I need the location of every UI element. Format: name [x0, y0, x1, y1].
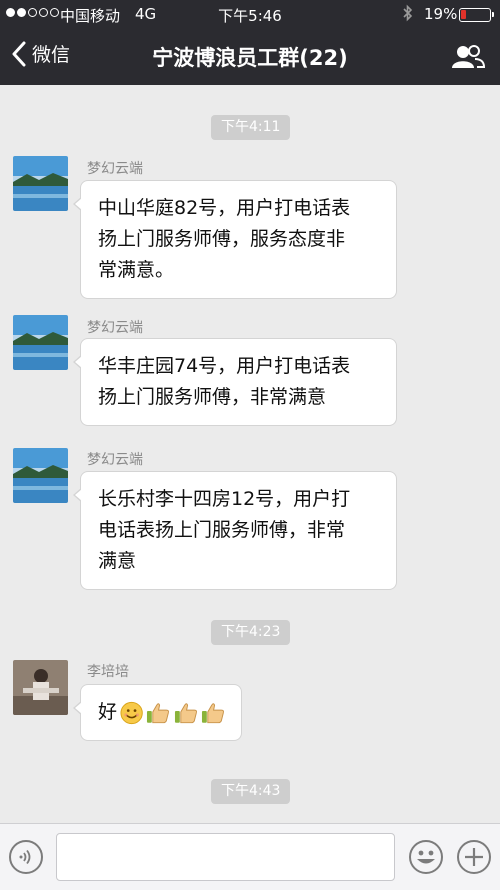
voice-icon [19, 849, 31, 865]
sender-name: 李培培 [87, 664, 129, 680]
sender-name: 梦幻云端 [87, 452, 143, 468]
bluetooth-icon [402, 4, 414, 26]
timestamp-label: 下午4:43 [211, 779, 291, 804]
chat-header: 中国移动 4G 下午5:46 19% 微信 宁波博浪员工群(22) [0, 0, 500, 85]
message-line: 扬上门服务师傅，服务态度非 [98, 228, 346, 250]
message-line: 电话表扬上门服务师傅，非常 [98, 519, 346, 541]
smile-emoji-icon [120, 701, 143, 724]
message-line: 扬上门服务师傅，非常满意 [98, 386, 327, 408]
thumbs-up-emoji-icon [174, 702, 197, 723]
message-bubble[interactable]: 华丰庄园74号，用户打电话表 扬上门服务师傅，非常满意 [73, 338, 397, 426]
chat-title: 宁波博浪员工群(22) [152, 46, 348, 70]
sender-name: 梦幻云端 [87, 320, 143, 336]
avatar[interactable] [13, 448, 68, 503]
battery-icon [459, 8, 494, 22]
message-input[interactable] [56, 833, 395, 881]
message-line: 长乐村李十四房12号，用户打 [98, 488, 351, 510]
voice-input-button[interactable] [9, 840, 43, 874]
battery-percent: 19% [424, 5, 458, 23]
thumbs-up-emoji-icon [201, 702, 224, 723]
plus-icon [465, 848, 483, 866]
message-line: 满意 [98, 550, 137, 572]
sender-name: 梦幻云端 [87, 161, 143, 177]
emoji-button[interactable] [409, 840, 443, 874]
message-bubble[interactable]: 好 [73, 684, 242, 741]
smile-icon [417, 850, 435, 864]
timestamp-label: 下午4:23 [211, 620, 291, 645]
avatar[interactable] [13, 660, 68, 715]
avatar[interactable] [13, 315, 68, 370]
avatar[interactable] [13, 156, 68, 211]
message-line: 华丰庄园74号，用户打电话表 [98, 355, 351, 377]
message-line: 常满意。 [98, 259, 175, 281]
message-line: 中山华庭82号，用户打电话表 [98, 197, 351, 219]
message-bubble[interactable]: 中山华庭82号，用户打电话表 扬上门服务师傅，服务态度非 常满意。 [73, 180, 397, 299]
thumbs-up-emoji-icon [147, 702, 170, 723]
status-bar: 中国移动 4G 下午5:46 19% [0, 0, 500, 28]
battery-level-fill [461, 10, 466, 19]
group-members-icon[interactable] [451, 44, 486, 74]
input-bar [0, 823, 500, 890]
more-options-button[interactable] [457, 840, 491, 874]
timestamp-label: 下午4:11 [211, 115, 291, 140]
message-bubble[interactable]: 长乐村李十四房12号，用户打 电话表扬上门服务师傅，非常 满意 [73, 471, 397, 590]
message-text: 好 [98, 701, 118, 723]
